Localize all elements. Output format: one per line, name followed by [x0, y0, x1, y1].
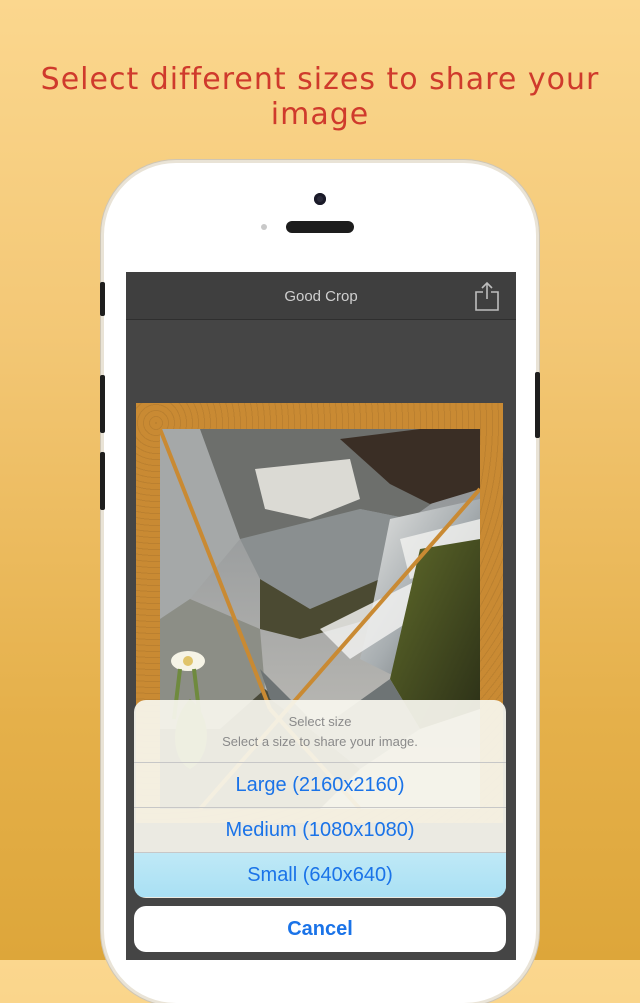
action-sheet-subtitle: Select a size to share your image. [222, 734, 418, 749]
front-camera [314, 193, 326, 205]
size-option-large[interactable]: Large (2160x2160) [134, 763, 506, 808]
promo-headline: Select different sizes to share your ima… [40, 62, 600, 132]
navigation-bar: Good Crop [126, 272, 516, 320]
volume-down-button [100, 452, 105, 510]
select-size-action-sheet: Select size Select a size to share your … [134, 700, 506, 898]
proximity-sensor [261, 224, 267, 230]
action-sheet-header: Select size Select a size to share your … [134, 700, 506, 763]
power-button [535, 372, 540, 438]
mute-switch [100, 282, 105, 316]
size-option-medium[interactable]: Medium (1080x1080) [134, 808, 506, 853]
cancel-button[interactable]: Cancel [134, 906, 506, 952]
app-title: Good Crop [284, 288, 358, 305]
share-icon[interactable] [474, 280, 500, 312]
volume-up-button [100, 375, 105, 433]
action-sheet-title: Select size [288, 714, 352, 729]
earpiece-speaker [286, 221, 354, 233]
size-option-small[interactable]: Small (640x640) [134, 853, 506, 897]
